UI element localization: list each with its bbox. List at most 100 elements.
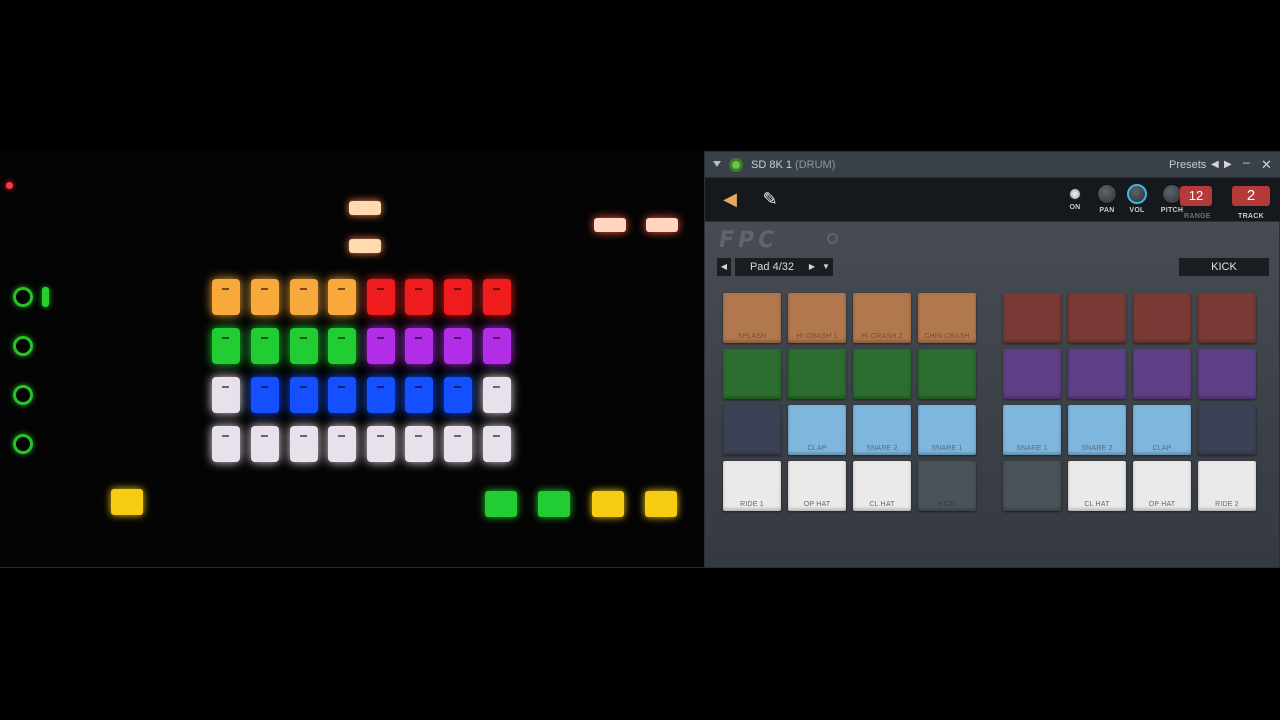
hardware-pad bbox=[290, 377, 318, 413]
encoder-ring-3 bbox=[13, 385, 33, 405]
encoder-ring-2 bbox=[13, 336, 33, 356]
hardware-controller bbox=[0, 150, 704, 568]
hardware-pad bbox=[251, 328, 279, 364]
hardware-pad bbox=[444, 377, 472, 413]
pitch-knob-icon[interactable] bbox=[1162, 184, 1182, 204]
hardware-button-yellow bbox=[111, 489, 143, 515]
hardware-pad bbox=[405, 328, 433, 364]
on-label: ON bbox=[1069, 204, 1081, 211]
drum-pad-left[interactable]: SPLASH bbox=[723, 293, 781, 343]
drum-pad-left[interactable] bbox=[788, 349, 846, 399]
drum-pad-right[interactable] bbox=[1003, 349, 1061, 399]
hardware-pad bbox=[483, 377, 511, 413]
drum-pad-left[interactable]: CL HAT bbox=[853, 461, 911, 511]
hardware-pad bbox=[444, 426, 472, 462]
title-bar[interactable]: SD 8K 1 (DRUM) Presets ◀ ▶ – ✕ bbox=[705, 152, 1280, 178]
drum-pad-right[interactable] bbox=[1068, 293, 1126, 343]
minimize-icon[interactable]: – bbox=[1243, 155, 1250, 169]
drum-pad-left[interactable]: RIDE 1 bbox=[723, 461, 781, 511]
pad-dropdown-icon[interactable]: ▼ bbox=[819, 258, 833, 276]
drum-pad-label: SNARE 1 bbox=[931, 445, 963, 452]
drum-pad-left[interactable]: SNARE 1 bbox=[918, 405, 976, 455]
hardware-pad bbox=[251, 279, 279, 315]
drum-pad-left[interactable] bbox=[723, 349, 781, 399]
hardware-button bbox=[485, 491, 517, 517]
hardware-button bbox=[645, 491, 677, 517]
drum-pad-left[interactable]: OP HAT bbox=[788, 461, 846, 511]
pan-knob-icon[interactable] bbox=[1097, 184, 1117, 204]
drum-pad-right[interactable]: SNARE 1 bbox=[1003, 405, 1061, 455]
hardware-button bbox=[538, 491, 570, 517]
preset-prev-icon[interactable]: ◀ bbox=[1211, 159, 1219, 170]
pad-sample-name: KICK bbox=[1179, 258, 1269, 276]
drum-pad-left[interactable] bbox=[723, 405, 781, 455]
drum-pad-label: SNARE 1 bbox=[1016, 445, 1048, 452]
hardware-pad bbox=[328, 279, 356, 315]
hardware-pad bbox=[212, 279, 240, 315]
drum-pad-right[interactable]: CL HAT bbox=[1068, 461, 1126, 511]
drum-pad-right[interactable] bbox=[1133, 349, 1191, 399]
on-toggle[interactable]: ON bbox=[1060, 184, 1090, 211]
drum-pad-right[interactable]: CLAP bbox=[1133, 405, 1191, 455]
hardware-pad bbox=[483, 328, 511, 364]
preset-next-icon[interactable]: ▶ bbox=[1224, 159, 1232, 170]
drum-pad-right[interactable] bbox=[1133, 293, 1191, 343]
drum-pad-label: SPLASH bbox=[737, 333, 767, 340]
drum-pad-right[interactable] bbox=[1198, 405, 1256, 455]
drum-pad-right[interactable] bbox=[1003, 461, 1061, 511]
drum-pad-right[interactable] bbox=[1198, 349, 1256, 399]
hardware-pad bbox=[405, 426, 433, 462]
pad-prev-icon[interactable]: ◀ bbox=[717, 258, 731, 276]
vol-knob-icon[interactable] bbox=[1127, 184, 1147, 204]
close-icon[interactable]: ✕ bbox=[1261, 157, 1272, 173]
window-menu-icon[interactable] bbox=[713, 161, 721, 167]
drum-pad-left[interactable] bbox=[918, 349, 976, 399]
drum-pad-right[interactable]: SNARE 2 bbox=[1068, 405, 1126, 455]
drum-pad-left[interactable]: CLAP bbox=[788, 405, 846, 455]
drum-pad-label: OP HAT bbox=[1148, 501, 1176, 508]
presets-button[interactable]: Presets bbox=[1169, 159, 1206, 171]
nav-up-led bbox=[349, 201, 381, 215]
speaker-icon[interactable]: ◀ bbox=[719, 188, 741, 210]
drum-pad-label: RIDE 1 bbox=[740, 501, 764, 508]
drum-pad-left[interactable]: KICK bbox=[918, 461, 976, 511]
fpc-plugin-window: SD 8K 1 (DRUM) Presets ◀ ▶ – ✕ ◀ ✎ ON PA… bbox=[704, 151, 1280, 568]
drum-pad-right[interactable]: RIDE 2 bbox=[1198, 461, 1256, 511]
drum-pad-right[interactable] bbox=[1198, 293, 1256, 343]
hardware-pad bbox=[212, 377, 240, 413]
drum-pad-label: CL HAT bbox=[869, 501, 895, 508]
on-led-icon[interactable] bbox=[1069, 188, 1081, 200]
hardware-pad bbox=[483, 426, 511, 462]
hardware-pad bbox=[251, 426, 279, 462]
hardware-pad bbox=[367, 426, 395, 462]
drum-pad-label: CL HAT bbox=[1084, 501, 1110, 508]
pitch-range-value[interactable]: 12 bbox=[1180, 186, 1212, 206]
drum-pad-label: SNARE 2 bbox=[1081, 445, 1113, 452]
drum-pad-left[interactable]: HI CRASH 1 bbox=[788, 293, 846, 343]
track-label: TRACK bbox=[1238, 213, 1264, 220]
hardware-pad bbox=[290, 426, 318, 462]
fpc-logo-area: FPC bbox=[719, 228, 838, 253]
plugin-gear-icon[interactable] bbox=[729, 158, 743, 172]
fpc-logo: FPC bbox=[719, 228, 779, 253]
logo-gear-icon[interactable] bbox=[827, 233, 838, 244]
hardware-pad bbox=[367, 328, 395, 364]
drum-pad-right[interactable] bbox=[1068, 349, 1126, 399]
vol-knob[interactable]: VOL bbox=[1122, 184, 1152, 214]
hardware-button bbox=[592, 491, 624, 517]
drum-pad-left[interactable]: SNARE 2 bbox=[853, 405, 911, 455]
drum-pad-left[interactable] bbox=[853, 349, 911, 399]
nav-down-led bbox=[349, 239, 381, 253]
track-value[interactable]: 2 bbox=[1232, 186, 1270, 206]
drum-pad-right[interactable] bbox=[1003, 293, 1061, 343]
pitch-label: PITCH bbox=[1160, 207, 1184, 214]
drum-pad-left[interactable]: CHIN CRASH bbox=[918, 293, 976, 343]
drum-pad-label: OP HAT bbox=[803, 501, 831, 508]
pan-knob[interactable]: PAN bbox=[1092, 184, 1122, 214]
wrench-icon[interactable]: ✎ bbox=[759, 188, 781, 210]
drum-pad-right[interactable]: OP HAT bbox=[1133, 461, 1191, 511]
drum-pad-left[interactable]: HI CRASH 2 bbox=[853, 293, 911, 343]
transport-led-right bbox=[646, 218, 678, 232]
hardware-pad bbox=[444, 328, 472, 364]
pad-next-icon[interactable]: ▶ bbox=[805, 258, 819, 276]
